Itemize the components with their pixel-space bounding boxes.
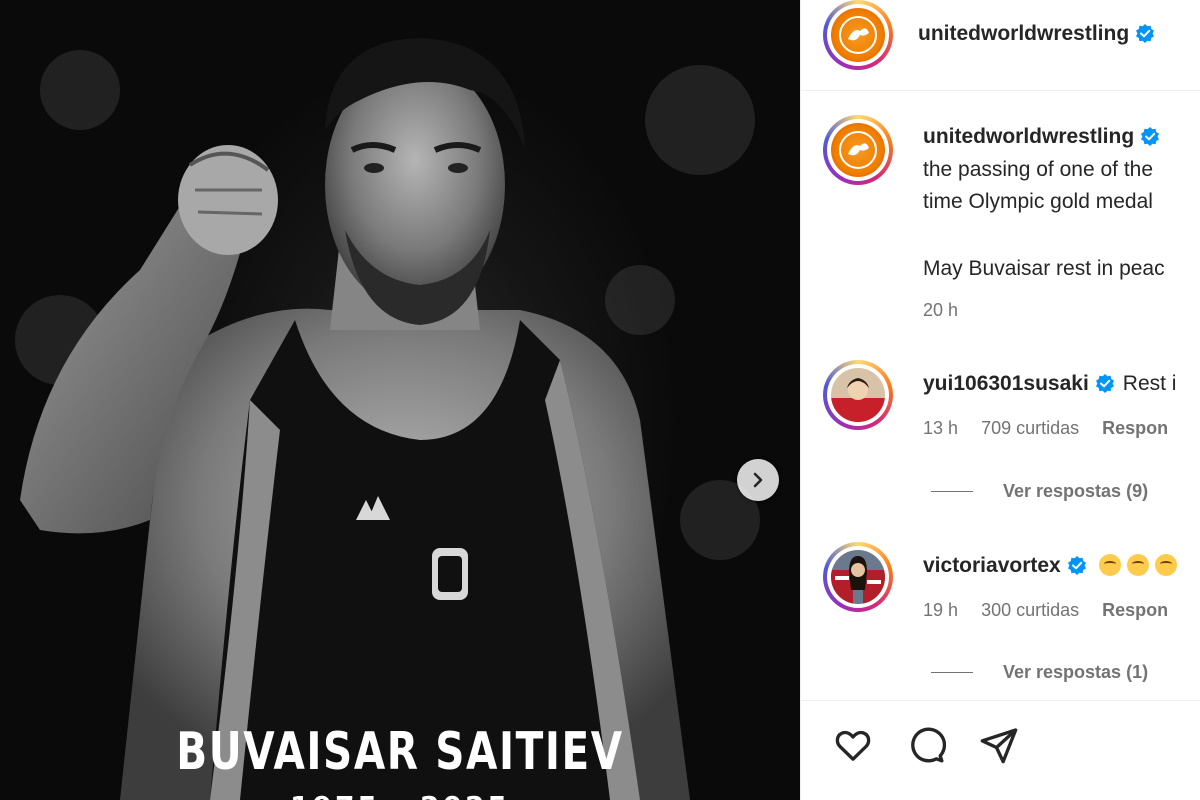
caption-username[interactable]: unitedworldwrestling: [923, 125, 1160, 149]
verified-badge-icon: [1136, 24, 1155, 43]
share-icon: [980, 728, 1018, 764]
author-username-text[interactable]: unitedworldwrestling: [918, 22, 1129, 45]
wrestler-photo: [15, 38, 760, 800]
user-photo-icon: [831, 550, 885, 604]
author-avatar[interactable]: [823, 0, 893, 70]
verified-badge-icon: [1067, 556, 1086, 575]
caption-username-text[interactable]: unitedworldwrestling: [923, 125, 1134, 148]
replies-divider: [931, 672, 973, 673]
post-side-panel: unitedworldwrestling unitedworldwrestlin…: [800, 0, 1200, 800]
comment-timestamp[interactable]: 13 h: [923, 418, 958, 438]
verified-badge-icon: [1141, 127, 1160, 146]
comment-meta: 19 h 300 curtidas Respon: [923, 600, 1186, 621]
comment-button[interactable]: [904, 723, 948, 767]
share-button[interactable]: [977, 723, 1021, 767]
crying-face-icon: [1154, 554, 1177, 576]
uww-logo-icon: [839, 131, 877, 169]
post-action-bar: [801, 700, 1200, 800]
comment-reply-button[interactable]: Respon: [1102, 600, 1168, 620]
image-title-text: BUVAISAR SAITIEV: [176, 722, 624, 782]
heart-icon: [835, 730, 871, 761]
crying-face-icon: [1098, 554, 1121, 576]
comment-likes[interactable]: 709 curtidas: [981, 418, 1079, 438]
caption-text-line: time Olympic gold medal: [923, 190, 1153, 213]
like-button[interactable]: [831, 723, 875, 767]
crying-face-icon: [1126, 554, 1149, 576]
comment-username[interactable]: victoriavortex: [923, 554, 1177, 578]
post-header: unitedworldwrestling: [801, 0, 1200, 91]
view-replies-button[interactable]: Ver respostas (1): [931, 662, 1148, 683]
comment-username-text[interactable]: victoriavortex: [923, 554, 1061, 577]
carousel-next-button[interactable]: [737, 459, 779, 501]
view-replies-label[interactable]: Ver respostas (1): [1003, 662, 1148, 683]
post-image[interactable]: BUVAISAR SAITIEV 1975 - 2025: [0, 0, 800, 800]
caption-text-line: the passing of one of the: [923, 158, 1154, 181]
comment-likes[interactable]: 300 curtidas: [981, 600, 1079, 620]
comment-username[interactable]: yui106301susaki Rest i: [923, 372, 1176, 396]
comment-icon: [911, 727, 946, 763]
caption-avatar[interactable]: [823, 115, 893, 185]
view-replies-label[interactable]: Ver respostas (9): [1003, 481, 1148, 502]
caption-timestamp[interactable]: 20 h: [923, 300, 958, 321]
author-username[interactable]: unitedworldwrestling: [918, 22, 1155, 46]
comment-reply-button[interactable]: Respon: [1102, 418, 1168, 438]
comment-text: Rest i: [1122, 372, 1177, 395]
verified-badge-icon: [1095, 374, 1114, 393]
image-years-text: 1975 - 2025: [0, 790, 800, 800]
comment-avatar[interactable]: [823, 542, 893, 612]
comment-username-text[interactable]: yui106301susaki: [923, 372, 1089, 395]
comment-timestamp[interactable]: 19 h: [923, 600, 958, 620]
user-photo-icon: [831, 368, 885, 422]
comment-avatar[interactable]: [823, 360, 893, 430]
view-replies-button[interactable]: Ver respostas (9): [931, 481, 1148, 502]
caption-text-line: May Buvaisar rest in peac: [923, 257, 1165, 280]
chevron-right-icon: [753, 472, 763, 488]
comment-meta: 13 h 709 curtidas Respon: [923, 418, 1186, 439]
uww-logo-icon: [839, 16, 877, 54]
replies-divider: [931, 491, 973, 492]
